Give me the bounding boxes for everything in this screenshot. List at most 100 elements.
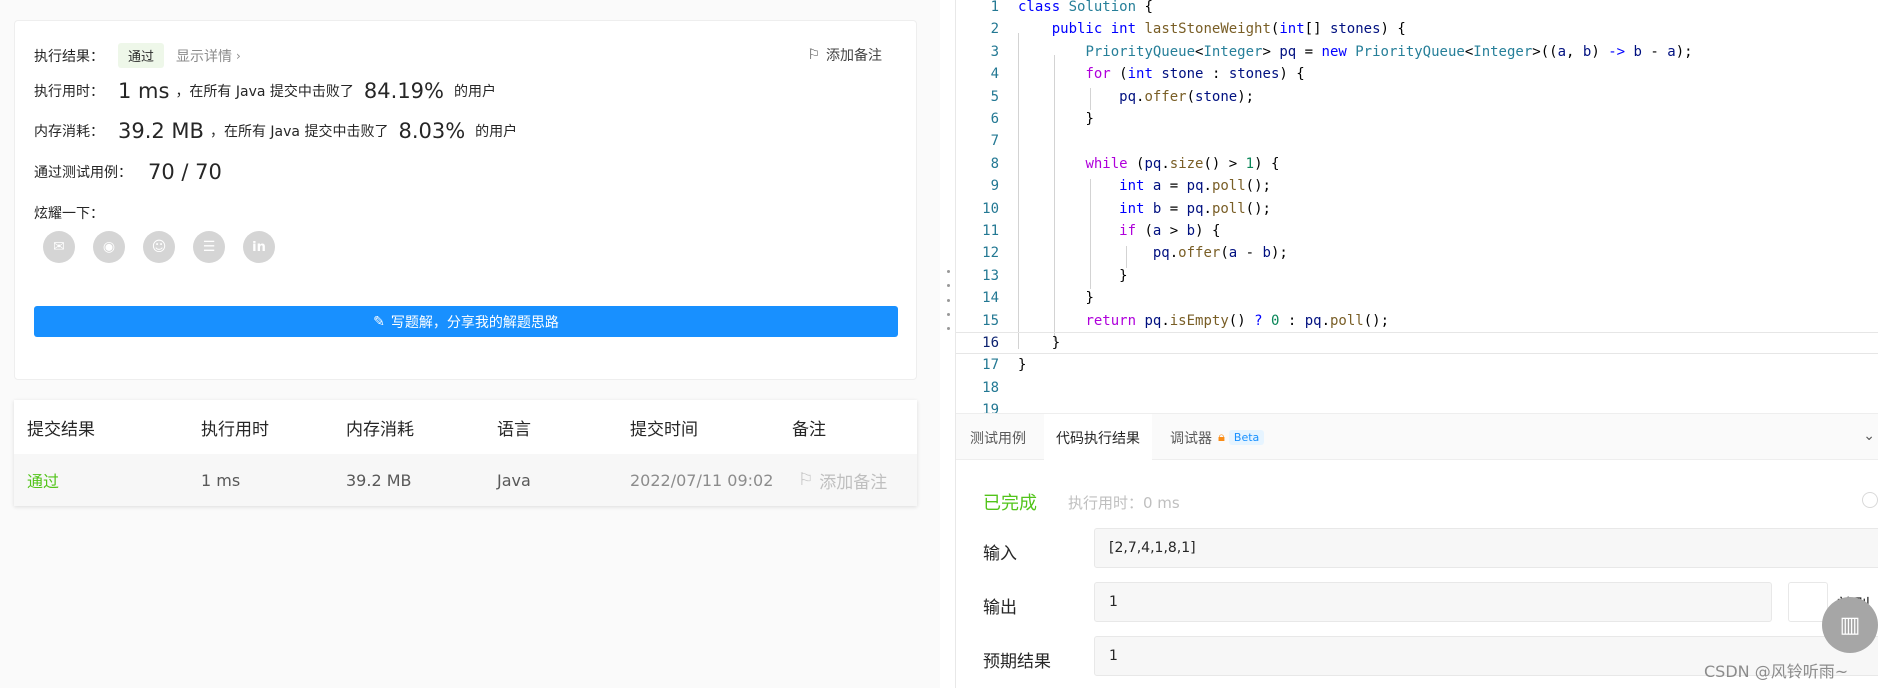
tests-value: 70 / 70 — [148, 160, 222, 184]
code-line[interactable]: 17} — [956, 354, 1878, 376]
code-line[interactable]: 18 — [956, 377, 1878, 399]
line-number: 9 — [990, 178, 999, 195]
code-token: ( — [1186, 88, 1196, 105]
notebook-fab-button[interactable]: ▥ — [1822, 597, 1878, 653]
row-add-note-label: 添加备注 — [819, 472, 888, 493]
write-solution-label: 写题解，分享我的解题思路 — [390, 314, 559, 331]
code-token: = — [1304, 43, 1314, 60]
code-text: } — [1018, 111, 1094, 127]
code-line[interactable]: 16 } — [956, 332, 1878, 354]
code-line[interactable]: 6 } — [956, 108, 1878, 130]
weibo-icon[interactable]: ◉ — [93, 231, 125, 263]
code-token: { — [1270, 155, 1280, 172]
output-value-box: 1 — [1094, 582, 1772, 622]
code-token: ( — [1119, 66, 1128, 83]
memory-row: 内存消耗： 39.2 MB ，在所有 Java 提交中击败了 8.03% 的用户 — [34, 119, 517, 143]
table-row[interactable] — [14, 454, 917, 506]
row-add-note-button[interactable]: ⚐ 添加备注 — [798, 454, 887, 506]
code-line[interactable]: 4 for (int stone : stones) { — [956, 63, 1878, 85]
code-text: int b = pq.poll(); — [1018, 201, 1271, 217]
code-line[interactable]: 11 if (a > b) { — [956, 220, 1878, 242]
write-solution-button[interactable]: ✎ 写题解，分享我的解题思路 — [34, 306, 898, 337]
code-token: a — [1557, 43, 1567, 60]
show-details-link[interactable]: 显示详情 — [176, 46, 232, 66]
code-line[interactable]: 1 class Solution { — [956, 0, 1878, 18]
code-line[interactable]: 13 } — [956, 265, 1878, 287]
code-text: } — [1018, 335, 1060, 351]
code-line[interactable]: 12 pq.offer(a - b); — [956, 242, 1878, 264]
code-line[interactable]: 14 } — [956, 287, 1878, 309]
code-text: class Solution { — [1018, 0, 1153, 15]
code-token: ( — [1228, 312, 1238, 329]
tab-run-result[interactable]: 代码执行结果 — [1044, 414, 1152, 461]
code-text: public int lastStoneWeight(int[] stones)… — [1018, 21, 1406, 37]
code-token: . — [1161, 312, 1170, 329]
qq-icon[interactable]: ☺ — [143, 231, 175, 263]
line-number: 19 — [982, 402, 999, 413]
code-line[interactable]: 5 pq.offer(stone); — [956, 86, 1878, 108]
wechat-icon[interactable]: ✉ — [43, 231, 75, 263]
code-line[interactable]: 9 int a = pq.poll(); — [956, 175, 1878, 197]
code-line[interactable]: 2 public int lastStoneWeight(int[] stone… — [956, 18, 1878, 40]
code-line[interactable]: 8 while (pq.size() > 1) { — [956, 153, 1878, 175]
code-line[interactable]: 7 — [956, 130, 1878, 152]
col-header-runtime: 执行用时 — [201, 419, 269, 440]
share-row: 炫耀一下： — [34, 203, 104, 223]
code-token: pq — [1119, 88, 1137, 105]
pane-splitter-handle[interactable] — [947, 270, 951, 330]
run-status: 已完成 — [983, 493, 1037, 514]
code-token: stone — [1195, 88, 1238, 105]
code-token: } — [1085, 111, 1094, 127]
runtime-row: 执行用时： 1 ms ，在所有 Java 提交中击败了 84.19% 的用户 — [34, 79, 496, 103]
code-editor[interactable]: 1 class Solution {2 public int lastStoneW… — [956, 0, 1878, 413]
code-line[interactable]: 19 — [956, 399, 1878, 413]
code-token: { — [1211, 223, 1221, 239]
code-line[interactable]: 15 return pq.isEmpty() ? 0 : pq.poll(); — [956, 310, 1878, 332]
line-number: 5 — [990, 88, 999, 105]
line-number: 3 — [990, 43, 999, 60]
code-token: isEmpty — [1169, 312, 1229, 329]
douban-icon[interactable]: ☰ — [193, 231, 225, 263]
help-icon[interactable] — [1862, 492, 1878, 508]
splitter-dot — [947, 327, 950, 330]
code-text: int a = pq.poll(); — [1018, 178, 1271, 194]
code-text: } — [1018, 357, 1026, 373]
submission-result-pane: 执行结果： 通过 显示详情 › ⚐ 添加备注 执行用时： 1 ms ，在所有 J… — [0, 0, 940, 688]
code-line[interactable]: 3 PriorityQueue<Integer> pq = new Priori… — [956, 41, 1878, 63]
line-number: 7 — [990, 133, 999, 150]
runtime-users: 的用户 — [454, 84, 496, 100]
code-token: { — [1296, 66, 1305, 83]
code-token: ) — [1279, 66, 1288, 83]
code-token: pq — [1152, 245, 1170, 262]
diff-toggle[interactable] — [1788, 582, 1828, 622]
code-token: pq — [1304, 312, 1322, 329]
row-status-link[interactable]: 通过 — [27, 454, 59, 506]
code-line[interactable]: 10 int b = pq.poll(); — [956, 198, 1878, 220]
tab-testcase[interactable]: 测试用例 — [956, 414, 1040, 461]
linkedin-icon[interactable]: in — [243, 231, 275, 263]
code-text: pq.offer(a - b); — [1018, 245, 1288, 261]
code-token: ( — [1203, 155, 1212, 172]
exec-time: 执行用时：0 ms — [1068, 494, 1180, 512]
code-token: int — [1119, 200, 1145, 217]
tab-debugger[interactable]: 调试器 🔒︎ Beta — [1156, 414, 1278, 461]
code-token: int — [1279, 21, 1305, 38]
chevron-down-icon[interactable]: ⌄ — [1863, 428, 1875, 444]
result-card: 执行结果： 通过 显示详情 › ⚐ 添加备注 执行用时： 1 ms ，在所有 J… — [14, 20, 917, 380]
add-note-button[interactable]: ⚐ 添加备注 — [807, 45, 882, 65]
code-token: ) — [1372, 312, 1381, 329]
